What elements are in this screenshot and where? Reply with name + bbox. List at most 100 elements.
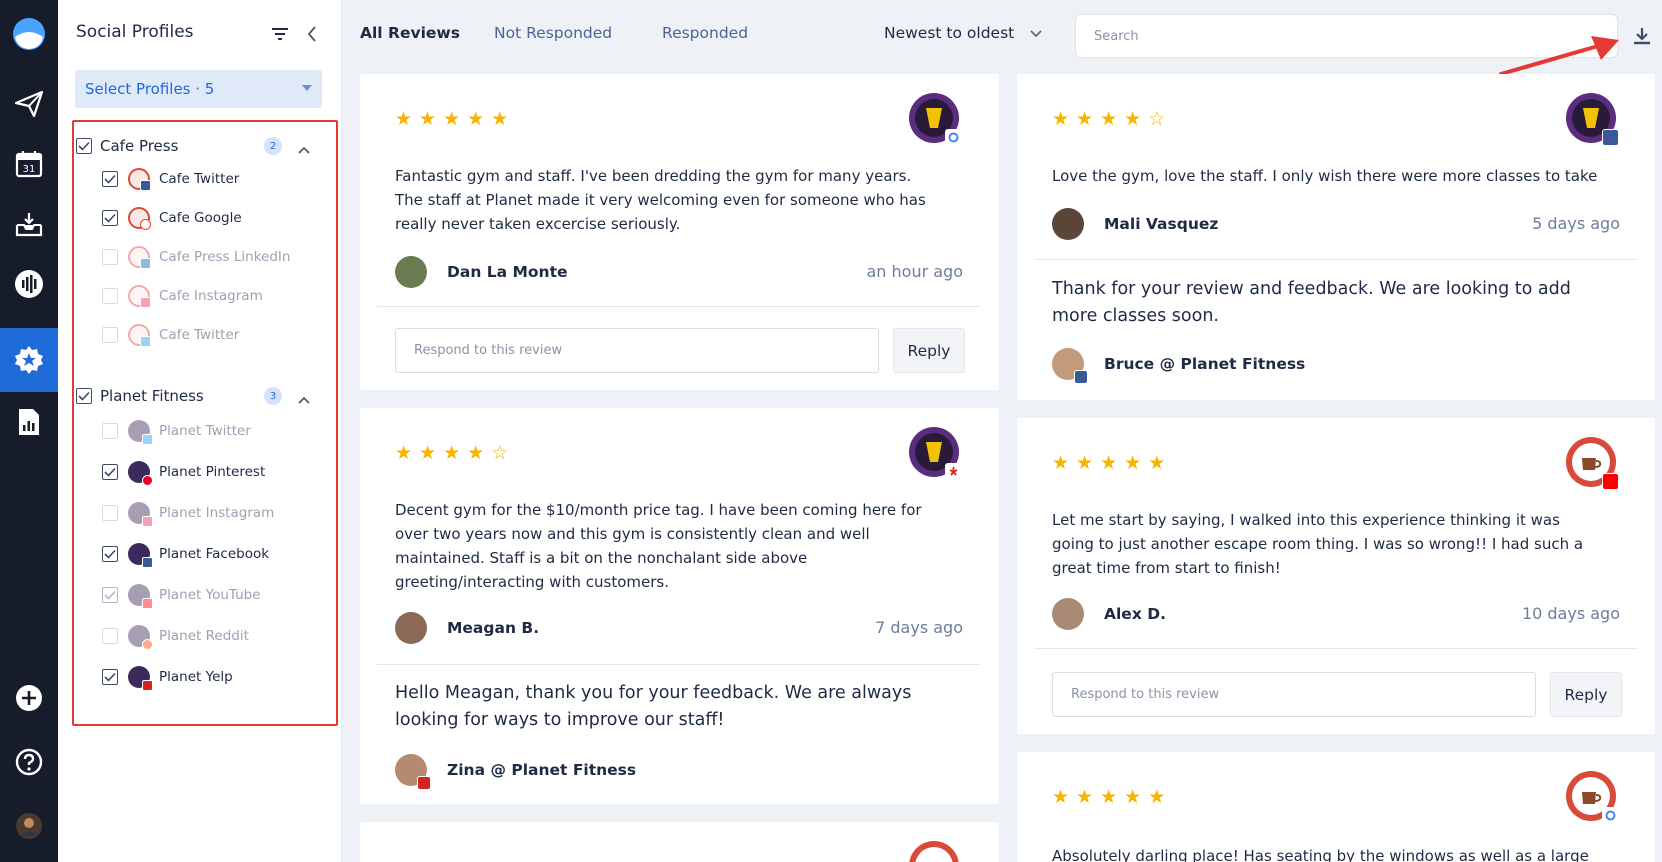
review-line: maintained. Staff is a bit on the noncha…	[395, 549, 808, 567]
profile-item[interactable]: Planet Reddit	[102, 623, 322, 650]
profile-label: Cafe Twitter	[159, 171, 240, 187]
linkedin-icon	[140, 258, 151, 269]
facebook-icon	[1602, 129, 1619, 146]
star-icon: ★	[1124, 452, 1142, 474]
tab-responded[interactable]: Responded	[662, 24, 748, 42]
profile-checkbox[interactable]	[102, 628, 118, 644]
profile-checkbox[interactable]	[102, 464, 118, 480]
star-icon: ★	[1124, 786, 1142, 808]
review-line: Let me start by saying, I walked into th…	[1052, 511, 1560, 529]
profile-checkbox[interactable]	[102, 210, 118, 226]
profile-checkbox[interactable]	[102, 587, 118, 603]
cafe-press-logo	[908, 840, 960, 862]
collapse-panel-icon[interactable]	[304, 25, 320, 43]
star-icon: ★	[491, 108, 509, 130]
calendar-icon[interactable]: 31	[0, 140, 58, 188]
profile-item[interactable]: Cafe Google	[102, 205, 322, 231]
profile-label: Cafe Instagram	[159, 288, 263, 304]
review-text: Fantastic gym and staff. I've been dredd…	[395, 164, 926, 236]
inbox-icon[interactable]	[0, 200, 58, 248]
planet-fitness-logo	[908, 426, 962, 480]
reviews-icon[interactable]	[0, 328, 58, 392]
review-text: Absolutely darling place! Has seating by…	[1052, 844, 1589, 862]
logo-icon[interactable]	[0, 10, 58, 58]
sort-dropdown[interactable]: Newest to oldest	[884, 24, 1042, 42]
planet-fitness-logo	[128, 584, 153, 609]
star-icon: ★	[395, 108, 413, 130]
planet-fitness-logo	[1565, 92, 1619, 146]
tab-not-responded[interactable]: Not Responded	[494, 24, 612, 42]
reply-button[interactable]: Reply	[893, 328, 965, 373]
star-outline-icon: ☆	[1148, 108, 1166, 130]
star-icon: ★	[1100, 452, 1118, 474]
review-line: The staff at Planet made it very welcomi…	[395, 191, 926, 209]
select-profiles-label: Select Profiles · 5	[85, 80, 215, 98]
reply-button[interactable]: Reply	[1550, 672, 1622, 717]
star-icon: ★	[467, 442, 485, 464]
send-icon[interactable]	[0, 80, 58, 128]
profile-checkbox[interactable]	[102, 288, 118, 304]
respond-input[interactable]	[1052, 672, 1536, 717]
profile-checkbox[interactable]	[102, 327, 118, 343]
group-checkbox[interactable]	[76, 138, 92, 154]
cafe-press-logo	[1565, 770, 1619, 824]
profile-checkbox[interactable]	[102, 546, 118, 562]
star-icon: ★	[1076, 108, 1094, 130]
add-icon[interactable]	[0, 674, 58, 722]
chevron-up-icon[interactable]	[298, 389, 310, 408]
chevron-up-icon[interactable]	[298, 139, 310, 158]
youtube-icon	[1602, 473, 1619, 490]
profile-item[interactable]: Planet Pinterest	[102, 459, 322, 486]
review-line: Fantastic gym and staff. I've been dredd…	[395, 167, 912, 185]
profile-label: Planet Twitter	[159, 423, 251, 439]
planet-fitness-logo	[128, 420, 153, 445]
group-header-planet-fitness[interactable]: Planet Fitness 3	[76, 384, 326, 408]
review-text: Decent gym for the $10/month price tag. …	[395, 498, 922, 594]
profile-item[interactable]: Planet Twitter	[102, 418, 322, 445]
review-line: Love the gym, love the staff. I only wis…	[1052, 167, 1598, 185]
profile-item[interactable]: Planet Yelp	[102, 664, 322, 691]
review-line: greeting/interacting with customers.	[395, 573, 669, 591]
profile-checkbox[interactable]	[102, 505, 118, 521]
group-header-cafe-press[interactable]: Cafe Press 2	[76, 134, 326, 158]
profile-item[interactable]: Cafe Twitter	[102, 322, 322, 348]
profile-item[interactable]: Planet Instagram	[102, 500, 322, 527]
group-checkbox[interactable]	[76, 388, 92, 404]
star-icon: ★	[419, 108, 437, 130]
chevron-down-icon	[1030, 24, 1042, 42]
review-text: Love the gym, love the staff. I only wis…	[1052, 164, 1597, 188]
filter-icon[interactable]	[270, 26, 290, 42]
response-line: more classes soon.	[1052, 306, 1219, 326]
profile-checkbox[interactable]	[102, 423, 118, 439]
star-rating: ★ ★ ★ ★ ★	[1052, 788, 1172, 807]
author-name: Meagan B.	[447, 619, 540, 637]
profile-item[interactable]: Planet YouTube	[102, 582, 322, 609]
listening-icon[interactable]	[0, 260, 58, 308]
avatar	[395, 612, 427, 644]
divider	[1034, 259, 1638, 260]
profile-item[interactable]: Planet Facebook	[102, 541, 322, 568]
user-avatar[interactable]	[0, 802, 58, 850]
help-icon[interactable]	[0, 738, 58, 786]
divider	[377, 664, 981, 665]
profile-item[interactable]: Cafe Press LinkedIn	[102, 244, 322, 270]
profile-item[interactable]: Cafe Twitter	[102, 166, 322, 192]
profile-checkbox[interactable]	[102, 669, 118, 685]
profile-checkbox[interactable]	[102, 171, 118, 187]
download-icon[interactable]	[1632, 26, 1652, 50]
select-profiles-dropdown[interactable]: Select Profiles · 5	[75, 70, 322, 108]
profile-item[interactable]: Cafe Instagram	[102, 283, 322, 309]
respond-input[interactable]	[395, 328, 879, 373]
review-card: ★ ★ ★ ★ ★ Fantastic gym and staff. I've been…	[360, 74, 999, 390]
tab-all-reviews[interactable]: All Reviews	[360, 24, 460, 42]
reports-icon[interactable]	[0, 398, 58, 446]
review-author: Mali Vasquez	[1052, 208, 1218, 240]
profile-label: Planet Instagram	[159, 505, 275, 521]
cafe-press-logo	[128, 285, 151, 308]
review-card: ★ ★ ★ ★ ★ Let me start by saying, I walked i…	[1017, 418, 1655, 734]
review-line: Decent gym for the $10/month price tag. …	[395, 501, 922, 519]
reddit-icon	[142, 639, 153, 650]
panel-title: Social Profiles	[76, 22, 194, 42]
calendar-day: 31	[23, 164, 36, 175]
profile-checkbox[interactable]	[102, 249, 118, 265]
